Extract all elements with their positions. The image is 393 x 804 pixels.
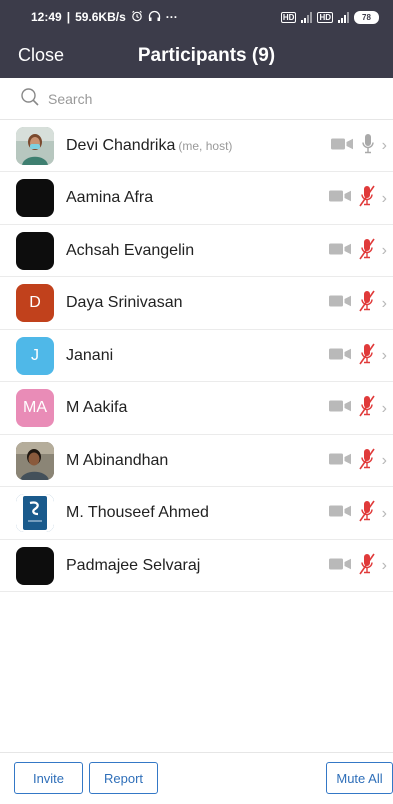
participant-name: Aamina Afra — [66, 189, 154, 206]
video-off-icon — [328, 188, 354, 209]
status-left: 12:49 | 59.6KB/s ··· — [31, 10, 178, 25]
chevron-right-icon[interactable]: › — [382, 452, 387, 470]
chevron-right-icon[interactable]: › — [382, 557, 387, 575]
volte-icon-2: HD — [317, 11, 333, 23]
chevron-right-icon[interactable]: › — [382, 295, 387, 313]
participant-status-icons: › — [328, 383, 387, 435]
mic-muted-icon — [358, 552, 376, 581]
participant-row[interactable]: MA M Aakifa › — [0, 383, 393, 435]
participant-status-icons: › — [328, 173, 387, 225]
participant-row[interactable]: Padmajee Selvaraj › — [0, 540, 393, 592]
mic-muted-icon — [358, 289, 376, 318]
status-bar: 12:49 | 59.6KB/s ··· HD HD 78 — [0, 0, 393, 34]
participant-name: M Aakifa — [66, 399, 128, 416]
participants-screen: 12:49 | 59.6KB/s ··· HD HD 78 Close Part… — [0, 0, 393, 804]
participant-status-icons: › — [328, 435, 387, 487]
signal-icon-1 — [301, 11, 313, 23]
mute-all-button[interactable]: Mute All — [326, 762, 393, 794]
mic-muted-icon — [358, 499, 376, 528]
mic-muted-icon — [358, 447, 376, 476]
status-more: ··· — [165, 10, 178, 24]
participant-row[interactable]: Aamina Afra › — [0, 173, 393, 225]
avatar — [16, 546, 54, 585]
participant-status-icons: › — [330, 120, 387, 172]
chevron-right-icon[interactable]: › — [382, 400, 387, 418]
mic-icon — [360, 132, 376, 161]
status-speed: 59.6KB/s — [75, 10, 126, 24]
status-time: 12:49 — [31, 10, 62, 24]
participant-row[interactable]: Achsah Evangelin › — [0, 225, 393, 277]
video-off-icon — [328, 293, 354, 314]
participant-status-icons: › — [328, 278, 387, 330]
participant-name: M Abinandhan — [66, 451, 169, 469]
footer-bar: Invite Report Mute All — [0, 752, 393, 804]
search-input[interactable]: Search — [48, 91, 92, 107]
participant-row[interactable]: M Abinandhan › — [0, 435, 393, 487]
signal-icon-2 — [338, 11, 349, 23]
video-off-icon — [328, 241, 354, 262]
chevron-right-icon[interactable]: › — [382, 242, 387, 260]
chevron-right-icon[interactable]: › — [382, 190, 387, 208]
search-bar[interactable]: Search — [0, 78, 393, 120]
avatar — [16, 231, 54, 270]
avatar — [16, 179, 54, 217]
participant-name: Padmajee Selvaraj — [66, 556, 201, 574]
video-off-icon — [328, 451, 354, 472]
video-off-icon — [328, 503, 354, 524]
avatar: MA — [16, 389, 54, 427]
alarm-icon — [131, 10, 143, 25]
search-icon — [20, 87, 40, 110]
chevron-right-icon[interactable]: › — [382, 505, 387, 523]
chevron-right-icon[interactable]: › — [382, 137, 387, 155]
participant-row[interactable]: J Janani › — [0, 330, 393, 382]
participant-row[interactable]: Devi Chandrika (me, host) › — [0, 120, 393, 172]
participant-role-tag: (me, host) — [178, 138, 233, 153]
participant-name: Achsah Evangelin — [66, 241, 195, 259]
mic-muted-icon — [358, 237, 376, 266]
participant-row[interactable]: M. Thouseef Ahmed › — [0, 488, 393, 540]
video-off-icon — [328, 346, 354, 367]
participant-name: Daya Srinivasan — [66, 294, 183, 311]
video-off-icon — [328, 398, 354, 419]
participant-status-icons: › — [328, 225, 387, 277]
mic-muted-icon — [358, 394, 376, 423]
participant-name: M. Thouseef Ahmed — [66, 504, 209, 521]
status-right: HD HD 78 — [280, 10, 379, 24]
avatar — [16, 494, 54, 532]
avatar: D — [16, 284, 54, 322]
video-off-icon — [328, 556, 354, 577]
volte-icon-1: HD — [280, 11, 297, 23]
invite-button[interactable]: Invite — [14, 762, 83, 794]
participant-status-icons: › — [328, 330, 387, 382]
mic-muted-icon — [358, 342, 376, 371]
participant-row[interactable]: D Daya Srinivasan › — [0, 278, 393, 330]
mic-muted-icon — [358, 184, 376, 213]
participant-status-icons: › — [328, 540, 387, 592]
close-button[interactable]: Close — [18, 45, 64, 66]
top-bar: 12:49 | 59.6KB/s ··· HD HD 78 Close Part… — [0, 0, 393, 78]
avatar — [16, 441, 54, 480]
battery-icon: 78 — [354, 10, 379, 24]
participant-name: Janani — [66, 346, 114, 364]
avatar: J — [16, 336, 54, 375]
status-divider: | — [66, 10, 71, 24]
participant-name: Devi Chandrika — [66, 136, 176, 154]
report-button[interactable]: Report — [89, 762, 158, 794]
chevron-right-icon[interactable]: › — [382, 347, 387, 365]
video-off-icon — [330, 136, 356, 157]
headphones-icon — [148, 10, 161, 25]
avatar — [16, 126, 54, 165]
participant-status-icons: › — [328, 488, 387, 540]
title-bar: Close Participants (9) — [0, 34, 393, 78]
